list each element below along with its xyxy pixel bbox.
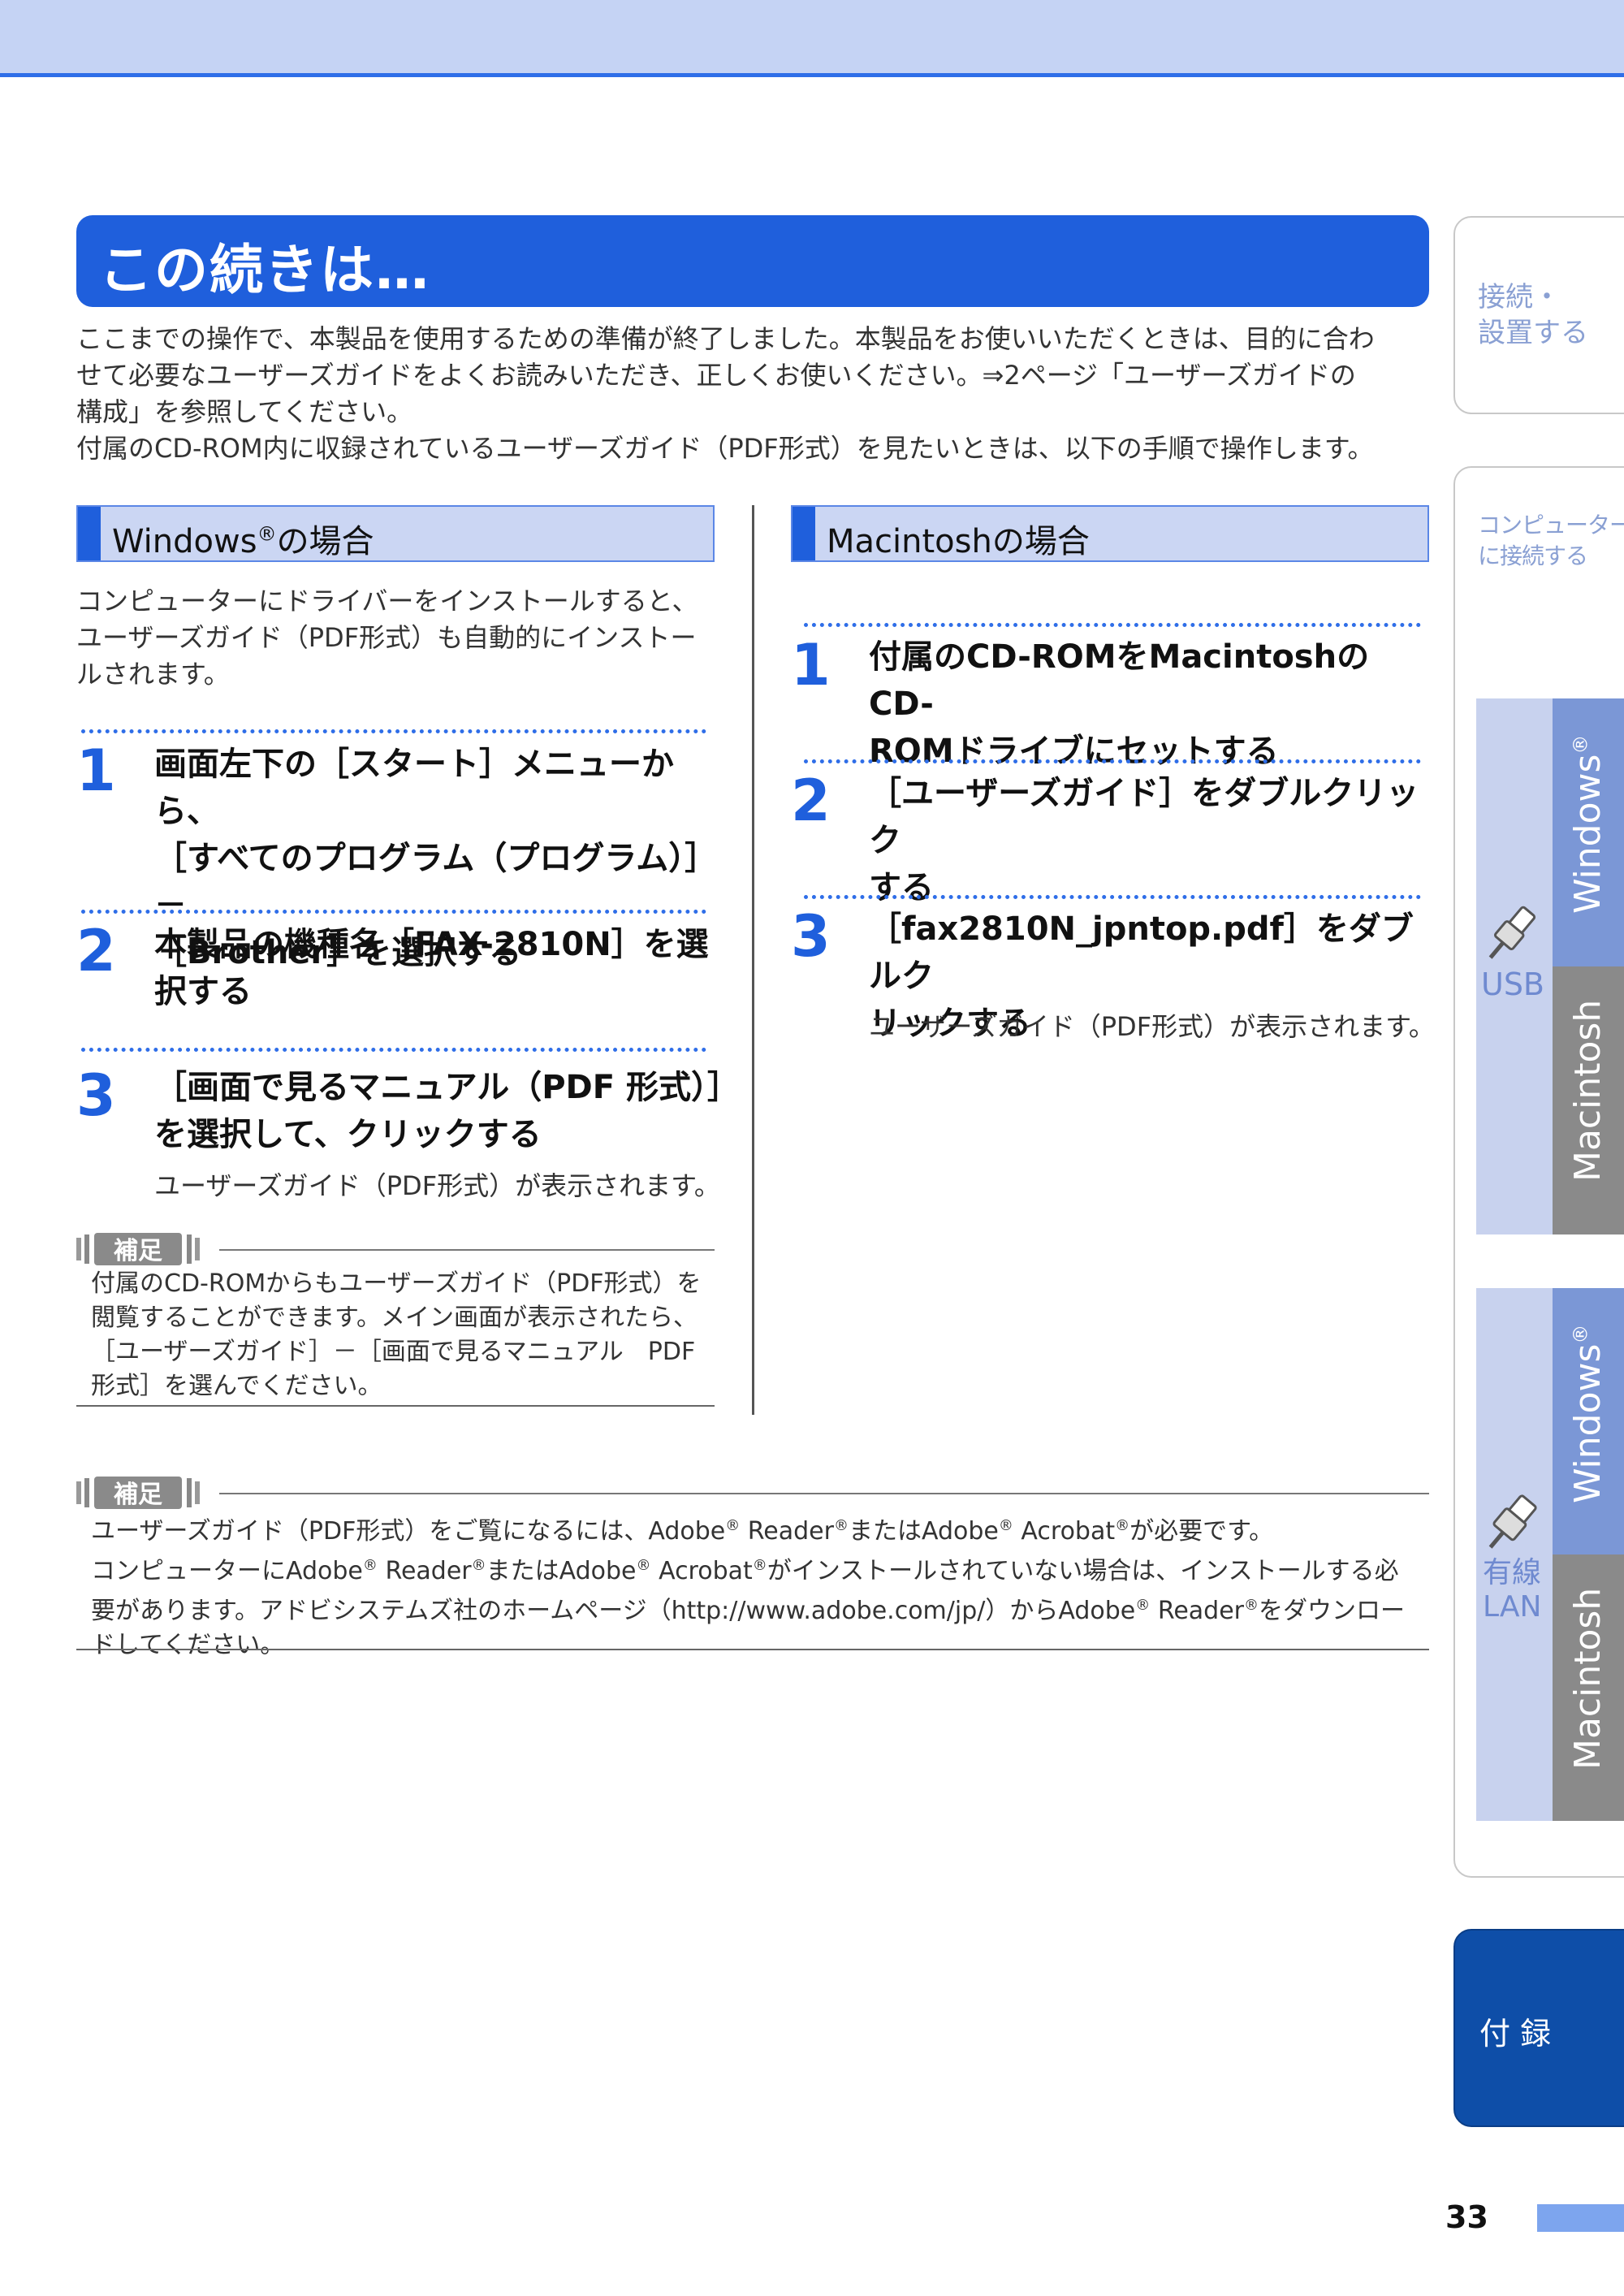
section-title: この続きは…: [99, 239, 430, 301]
intro-paragraph: ここまでの操作で、本製品を使用するための準備が終了しました。本製品をお使いいただ…: [76, 321, 1431, 467]
step-number: 3: [791, 903, 831, 970]
tab-label: に接続する: [1478, 543, 1588, 569]
registered-mark: ®: [362, 1557, 378, 1574]
section-title-bar: この続きは…: [76, 215, 1429, 307]
adobe-note: ユーザーズガイド（PDF形式）をご覧になるには、Adobe® Reader®また…: [91, 1517, 1405, 1659]
registered-mark: ®: [1135, 1597, 1151, 1614]
top-header-band: [0, 0, 1624, 77]
dotted-divider: [804, 895, 1421, 899]
windows-heading: Windows®の場合: [76, 505, 715, 562]
mac-heading: Macintoshの場合: [791, 505, 1429, 562]
page-number: 33: [1445, 2199, 1488, 2235]
dotted-divider: [81, 729, 706, 733]
note-top-rule: [219, 1249, 715, 1251]
tab-macintosh-label: Macintosh: [1567, 999, 1609, 1182]
registered-mark: ®: [752, 1557, 767, 1574]
mac-step-2: ［ユーザーズガイド］をダブルクリック する: [869, 775, 1419, 906]
note-label-icon: 補足: [76, 1477, 200, 1509]
windows-step-2: 本製品の機種名［FAX-2810N］を選 択する: [154, 926, 709, 1010]
registered-mark: ®: [1569, 734, 1592, 755]
tab-label: 設置する: [1478, 317, 1588, 349]
intro-line: 構成」を参照してください。: [76, 396, 413, 427]
tab-macintosh-label: Macintosh: [1567, 1587, 1609, 1770]
lan-cable-icon: [1488, 1494, 1537, 1549]
mac-heading-text: Macintoshの場合: [827, 523, 1090, 560]
step-number: 3: [76, 1062, 116, 1129]
registered-mark: ®: [833, 1517, 849, 1534]
note-label-text: 補足: [113, 1481, 162, 1509]
windows-description: コンピューターにドライバーをインストールすると、 ユーザーズガイド（PDF形式）…: [76, 586, 698, 690]
registered-mark: ®: [725, 1517, 741, 1534]
windows-step-3: ［画面で見るマニュアル（PDF 形式）］ を選択して、クリックする: [154, 1069, 740, 1153]
mac-step-1: 付属のCD-ROMをMacintoshのCD- ROMドライブにセットする: [869, 638, 1370, 770]
usb-macintosh-tab[interactable]: Macintosh: [1553, 966, 1624, 1234]
intro-line: ここまでの操作で、本製品を使用するための準備が終了しました。本製品をお使いいただ…: [76, 323, 1375, 354]
lan-macintosh-tab[interactable]: Macintosh: [1553, 1554, 1624, 1821]
step-number: 1: [791, 632, 831, 698]
registered-mark: ®: [998, 1517, 1013, 1534]
dotted-divider: [804, 623, 1421, 627]
page-number-bar: [1537, 2204, 1624, 2232]
registered-mark: ®: [1115, 1517, 1130, 1534]
registered-mark: ®: [636, 1557, 651, 1574]
registered-mark: ®: [1244, 1597, 1259, 1614]
mac-step-3-result: ユーザーズガイド（PDF形式）が表示されます。: [869, 1011, 1435, 1042]
tab-label: 接続・: [1478, 281, 1561, 313]
tab-label: コンピューター: [1478, 512, 1624, 538]
usb-cable-icon: [1488, 906, 1536, 959]
lan-windows-tab[interactable]: Windows®: [1553, 1288, 1624, 1554]
windows-heading-text: Windows: [112, 523, 257, 560]
column-divider: [752, 505, 754, 1415]
tab-connect-setup[interactable]: 接続・ 設置する: [1453, 216, 1624, 414]
windows-note: 付属のCD-ROMからもユーザーズガイド（PDF形式）を 閲覧することができます…: [91, 1269, 702, 1400]
tab-appendix-label: 付 録: [1479, 2016, 1552, 2052]
usb-label: USB: [1481, 966, 1545, 1002]
note-bottom-rule: [76, 1405, 715, 1407]
note-label-icon: 補足: [76, 1233, 200, 1265]
step-number: 2: [791, 767, 831, 834]
lan-label: 有線 LAN: [1483, 1556, 1542, 1624]
step-number: 2: [76, 918, 116, 984]
windows-step-3-result: ユーザーズガイド（PDF形式）が表示されます。: [154, 1170, 720, 1201]
registered-mark: ®: [471, 1557, 486, 1574]
registered-mark: ®: [257, 522, 277, 546]
tab-windows-label: Windows: [1567, 1343, 1609, 1503]
note-bottom-rule: [76, 1649, 1429, 1650]
note-top-rule: [219, 1493, 1429, 1494]
dotted-divider: [81, 910, 706, 914]
intro-line: せて必要なユーザーズガイドをよくお読みいただき、正しくお使いください。⇒2ページ…: [76, 360, 1356, 391]
windows-heading-tail: の場合: [276, 523, 374, 560]
note-label-text: 補足: [113, 1237, 162, 1265]
intro-line: 付属のCD-ROM内に収録されているユーザーズガイド（PDF形式）を見たいときは…: [76, 433, 1374, 464]
tab-windows-label: Windows: [1567, 754, 1609, 914]
step-number: 1: [76, 737, 116, 804]
dotted-divider: [804, 759, 1421, 763]
dotted-divider: [81, 1048, 706, 1052]
usb-windows-tab[interactable]: Windows®: [1553, 698, 1624, 966]
tab-appendix[interactable]: 付 録: [1453, 1929, 1624, 2127]
registered-mark: ®: [1569, 1324, 1592, 1344]
